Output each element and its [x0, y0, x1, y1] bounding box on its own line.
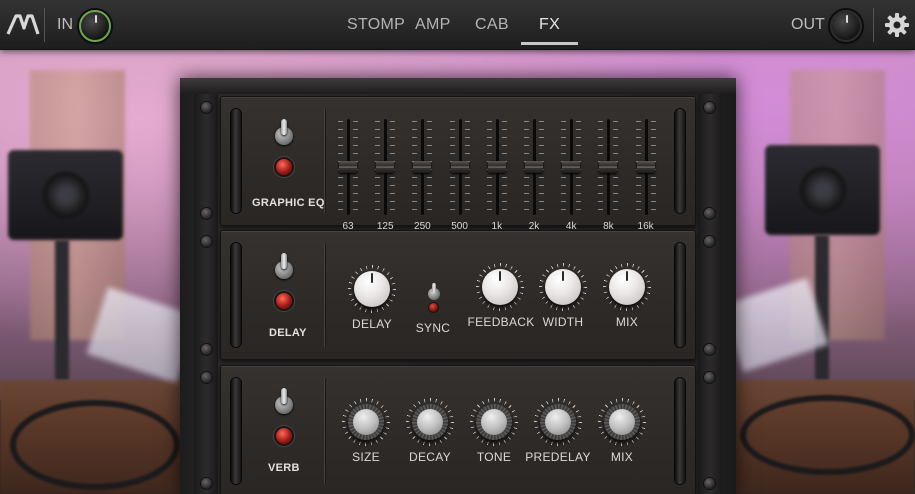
verb-tone-knob[interactable]	[470, 398, 518, 446]
eq-slider-handle[interactable]	[562, 161, 581, 173]
rack-top	[180, 80, 736, 94]
rack-screw	[704, 344, 715, 355]
topbar-separator	[873, 8, 874, 42]
monitor-stand-left	[55, 240, 69, 380]
delay-bypass-toggle[interactable]	[273, 253, 295, 283]
cable-left	[10, 400, 180, 490]
unit-divider	[324, 243, 325, 347]
rack-screw	[201, 372, 212, 383]
eq-slider-handle[interactable]	[413, 161, 432, 173]
eq-slider-handle[interactable]	[376, 161, 395, 173]
tab-fx[interactable]: FX	[539, 16, 560, 34]
rack-screw	[201, 102, 212, 113]
input-gain-knob[interactable]	[79, 10, 111, 42]
delay-sync-led	[429, 303, 438, 312]
eq-slider-8k[interactable]	[598, 119, 619, 215]
graphic-eq-unit: GRAPHIC EQ 63 125 250 500 1k 2k 4k 8k 16k	[220, 96, 696, 232]
verb-power-led	[276, 428, 292, 444]
rack-screw	[704, 372, 715, 383]
eq-slider-500[interactable]	[449, 119, 470, 215]
eq-title: GRAPHIC EQ	[252, 197, 325, 209]
unit-handle-right	[675, 109, 685, 213]
rack-screw	[704, 478, 715, 489]
input-label: IN	[57, 16, 73, 33]
delay-mix-knob[interactable]	[603, 263, 651, 311]
eq-slider-handle[interactable]	[450, 161, 469, 173]
rack-screw	[704, 208, 715, 219]
verb-unit: VERB SIZE DECAY TONE PREDELAY MIX	[220, 365, 696, 494]
active-tab-indicator	[521, 42, 578, 45]
rack-rail-left	[194, 94, 218, 494]
verb-bypass-toggle[interactable]	[273, 388, 295, 418]
rack-screw	[201, 344, 212, 355]
rack-screw	[201, 208, 212, 219]
monitor-stand-right	[815, 235, 829, 380]
tab-amp[interactable]: AMP	[415, 16, 451, 34]
eq-slider-handle[interactable]	[599, 161, 618, 173]
studio-monitor-right	[765, 145, 880, 235]
eq-slider-16k[interactable]	[635, 119, 656, 215]
delay-mix-label: MIX	[615, 315, 639, 329]
topbar-separator	[44, 8, 45, 42]
rack-screw	[704, 236, 715, 247]
eq-power-led	[276, 159, 292, 175]
delay-feedback-knob[interactable]	[476, 263, 524, 311]
eq-slider-handle[interactable]	[487, 161, 506, 173]
verb-mix-knob[interactable]	[598, 398, 646, 446]
output-label: OUT	[791, 16, 825, 33]
eq-slider-handle[interactable]	[339, 161, 357, 173]
unit-divider	[324, 378, 325, 484]
top-bar: IN STOMP AMP CAB FX OUT	[0, 0, 915, 50]
gear-icon[interactable]	[884, 12, 910, 38]
eq-slider-125[interactable]	[375, 119, 396, 215]
rack-screw	[704, 102, 715, 113]
delay-title: DELAY	[269, 327, 307, 339]
brand-logo-icon[interactable]	[6, 12, 40, 38]
cable-right	[740, 395, 915, 475]
eq-slider-4k[interactable]	[561, 119, 582, 215]
eq-slider-1k[interactable]	[486, 119, 507, 215]
unit-handle-right	[675, 378, 685, 484]
rack-screw	[201, 236, 212, 247]
verb-size-knob[interactable]	[342, 398, 390, 446]
tab-cab[interactable]: CAB	[475, 16, 509, 34]
studio-monitor-left	[8, 150, 123, 240]
effects-rack: GRAPHIC EQ 63 125 250 500 1k 2k 4k 8k 16k DELAY …	[180, 78, 736, 494]
tab-stomp[interactable]: STOMP	[347, 16, 405, 34]
eq-slider-handle[interactable]	[525, 161, 543, 173]
unit-handle-left	[231, 378, 241, 484]
delay-power-led	[276, 293, 292, 309]
verb-title: VERB	[268, 462, 300, 474]
eq-bypass-toggle[interactable]	[273, 119, 295, 149]
verb-decay-knob[interactable]	[406, 398, 454, 446]
output-gain-knob[interactable]	[830, 10, 862, 42]
delay-time-knob[interactable]	[348, 265, 396, 313]
verb-predelay-knob[interactable]	[534, 398, 582, 446]
eq-slider-250[interactable]	[412, 119, 433, 215]
unit-handle-right	[675, 243, 685, 347]
unit-divider	[324, 109, 325, 213]
eq-slider-2k[interactable]	[524, 119, 544, 215]
delay-unit: DELAY DELAY SYNC FEEDBACK WIDTH MIX	[220, 230, 696, 360]
eq-slider-63[interactable]	[338, 119, 358, 215]
unit-handle-left	[231, 109, 241, 213]
rack-rail-right	[698, 94, 722, 494]
unit-handle-left	[231, 243, 241, 347]
delay-sync-toggle[interactable]	[427, 283, 441, 301]
eq-slider-handle[interactable]	[636, 161, 655, 173]
rack-screw	[201, 478, 212, 489]
verb-mix-label: MIX	[610, 450, 634, 464]
delay-width-knob[interactable]	[539, 263, 587, 311]
